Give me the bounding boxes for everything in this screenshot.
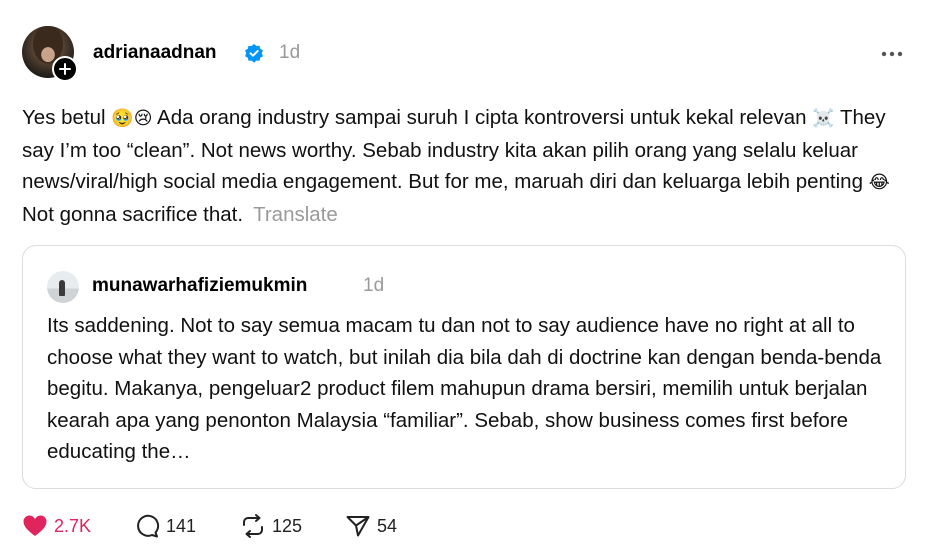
comment-button[interactable]: 141 [134, 513, 196, 539]
author-username[interactable]: adrianaadnan [93, 42, 217, 64]
quoted-author-avatar[interactable] [47, 271, 79, 303]
share-button[interactable]: 54 [345, 513, 397, 539]
heart-icon [23, 515, 47, 536]
quoted-post-card[interactable]: munawarhafiziemukmin 1d Its saddening. N… [22, 245, 906, 489]
share-icon [346, 516, 370, 537]
repost-button[interactable]: 125 [240, 513, 302, 539]
verified-badge-icon [245, 44, 263, 63]
follow-plus-icon[interactable] [52, 56, 78, 82]
share-count: 54 [377, 515, 398, 536]
repost-count: 125 [272, 515, 303, 536]
post-time: 1d [279, 42, 301, 63]
like-count: 2.7K [54, 515, 92, 536]
translate-link[interactable]: Translate [253, 203, 338, 226]
emoji: 🥹😢 [111, 108, 153, 129]
comment-icon [137, 514, 160, 538]
post-text: Yes betul 🥹😢 Ada orang industry sampai s… [22, 106, 890, 226]
quoted-author-username[interactable]: munawarhafiziemukmin [92, 275, 307, 297]
like-button[interactable]: 2.7K [22, 513, 91, 539]
comment-count: 141 [166, 515, 197, 536]
emoji: 😂 [868, 172, 890, 193]
emoji: ☠️ [812, 108, 835, 129]
repost-icon [243, 514, 263, 538]
quoted-post-text: Its saddening. Not to say semua macam tu… [47, 314, 882, 463]
quoted-post-time: 1d [363, 275, 385, 296]
more-options-icon[interactable] [880, 50, 904, 58]
